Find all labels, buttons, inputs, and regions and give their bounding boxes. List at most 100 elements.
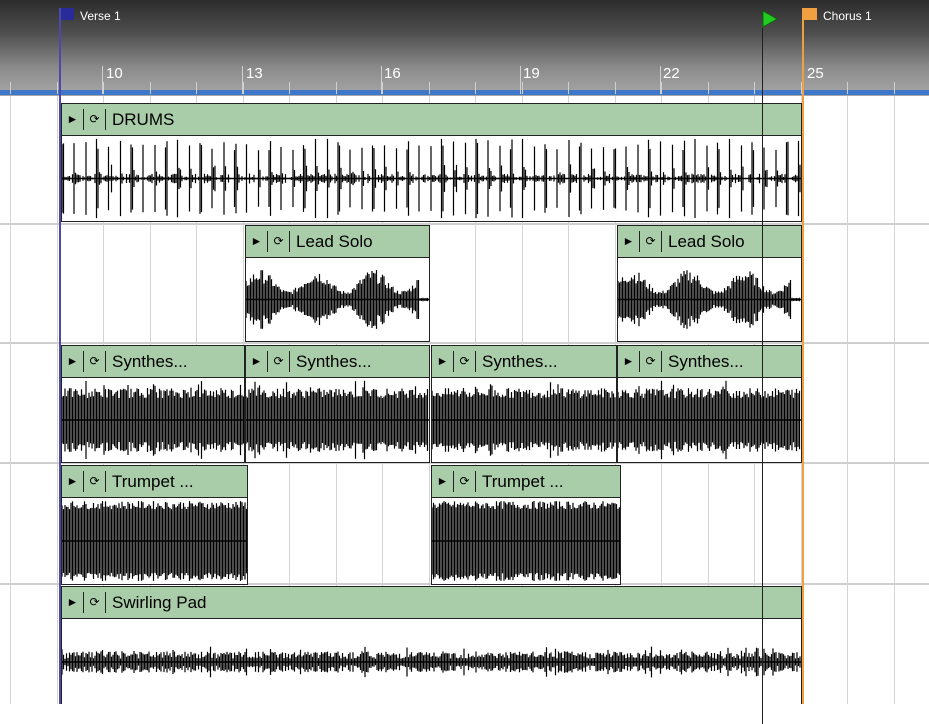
- play-icon[interactable]: ►: [618, 231, 640, 252]
- ruler-minor-tick: [522, 82, 523, 94]
- loop-icon[interactable]: ⟳: [640, 351, 662, 372]
- clip-header[interactable]: ► ⟳ Lead Solo: [246, 226, 429, 258]
- ruler-minor-tick: [382, 82, 383, 94]
- ruler-minor-tick: [754, 82, 755, 94]
- ruler-minor-tick: [57, 82, 58, 94]
- clip-header[interactable]: ► ⟳ Swirling Pad: [62, 587, 801, 619]
- bar-number-25: 25: [807, 65, 824, 82]
- waveform: [246, 270, 429, 329]
- ruler-minor-tick: [289, 82, 290, 94]
- clip-trumpet[interactable]: ► ⟳ Trumpet ...: [61, 465, 248, 585]
- clip-header[interactable]: ► ⟳ Trumpet ...: [62, 466, 247, 498]
- clip-name: Synthes...: [112, 352, 188, 371]
- ruler-minor-tick: [847, 82, 848, 94]
- lane-divider: [0, 342, 929, 344]
- loop-icon[interactable]: ⟳: [640, 231, 662, 252]
- loop-icon[interactable]: ⟳: [84, 592, 106, 613]
- clip-name: Synthes...: [668, 352, 744, 371]
- clip-lead-solo[interactable]: ► ⟳ Lead Solo: [617, 225, 802, 342]
- clip-name: Trumpet ...: [112, 472, 194, 491]
- ruler-minor-tick: [103, 82, 104, 94]
- play-icon[interactable]: ►: [432, 471, 454, 492]
- loop-icon[interactable]: ⟳: [84, 109, 106, 130]
- ruler-minor-tick: [661, 82, 662, 94]
- ruler-minor-tick: [615, 82, 616, 94]
- beat-gridline: [894, 96, 895, 704]
- loop-icon[interactable]: ⟳: [84, 351, 106, 372]
- loop-icon[interactable]: ⟳: [268, 351, 290, 372]
- bar-number-10: 10: [106, 65, 123, 82]
- clip-header[interactable]: ► ⟳ Synthes...: [432, 346, 616, 378]
- verse-marker-label[interactable]: Verse 1: [80, 10, 121, 22]
- ruler-baseline: [0, 90, 929, 95]
- loop-icon[interactable]: ⟳: [454, 351, 476, 372]
- clip-drums[interactable]: ► ⟳ DRUMS: [61, 103, 802, 222]
- clip-synthesizer[interactable]: ► ⟳ Synthes...: [61, 345, 245, 463]
- clip-name: Lead Solo: [296, 232, 373, 251]
- play-icon[interactable]: ►: [246, 231, 268, 252]
- play-icon[interactable]: ►: [62, 471, 84, 492]
- play-icon[interactable]: ►: [246, 351, 268, 372]
- clip-header[interactable]: ► ⟳ DRUMS: [62, 104, 801, 136]
- ruler-minor-tick: [708, 82, 709, 94]
- ruler-minor-tick: [336, 82, 337, 94]
- beat-gridline: [10, 96, 11, 704]
- ruler-minor-tick: [243, 82, 244, 94]
- clip-name: Synthes...: [482, 352, 558, 371]
- verse-marker-flag-icon[interactable]: [60, 8, 74, 22]
- clip-header[interactable]: ► ⟳ Synthes...: [62, 346, 244, 378]
- clip-synthesizer[interactable]: ► ⟳ Synthes...: [617, 345, 802, 463]
- clip-name: Swirling Pad: [112, 593, 207, 612]
- clip-header[interactable]: ► ⟳ Lead Solo: [618, 226, 801, 258]
- waveform: [618, 380, 801, 460]
- chorus-marker-flag-icon[interactable]: [803, 8, 817, 22]
- chorus-marker-line: [802, 8, 804, 704]
- loop-icon[interactable]: ⟳: [84, 471, 106, 492]
- timeline-ruler[interactable]: 10 13 16 19 22 25 Verse 1 Chorus 1: [0, 0, 929, 96]
- clip-trumpet[interactable]: ► ⟳ Trumpet ...: [431, 465, 621, 585]
- clip-swirling-pad[interactable]: ► ⟳ Swirling Pad: [61, 586, 802, 704]
- clip-synthesizer[interactable]: ► ⟳ Synthes...: [431, 345, 617, 463]
- ruler-minor-tick: [196, 82, 197, 94]
- waveform: [432, 501, 620, 581]
- clip-lead-solo[interactable]: ► ⟳ Lead Solo: [245, 225, 430, 342]
- clip-header[interactable]: ► ⟳ Synthes...: [618, 346, 801, 378]
- waveform: [432, 382, 616, 458]
- clip-synthesizer[interactable]: ► ⟳ Synthes...: [245, 345, 430, 463]
- clip-header[interactable]: ► ⟳ Synthes...: [246, 346, 429, 378]
- waveform: [62, 138, 801, 219]
- play-icon[interactable]: ►: [62, 109, 84, 130]
- clip-name: Synthes...: [296, 352, 372, 371]
- loop-icon[interactable]: ⟳: [268, 231, 290, 252]
- ruler-minor-tick: [475, 82, 476, 94]
- clip-name: Lead Solo: [668, 232, 745, 251]
- ruler-major-tick: [520, 66, 521, 94]
- bar-number-13: 13: [246, 65, 263, 82]
- chorus-marker-label[interactable]: Chorus 1: [823, 10, 872, 22]
- bar-number-22: 22: [663, 65, 680, 82]
- waveform: [62, 381, 244, 459]
- beat-gridline: [847, 96, 848, 704]
- ruler-minor-tick: [10, 82, 11, 94]
- play-icon[interactable]: ►: [618, 351, 640, 372]
- track-area[interactable]: ► ⟳ DRUMS ► ⟳ Lead Solo ► ⟳ Lead Solo ► …: [0, 96, 929, 704]
- ruler-minor-tick: [568, 82, 569, 94]
- clip-name: Trumpet ...: [482, 472, 564, 491]
- ruler-minor-tick: [894, 82, 895, 94]
- bar-number-19: 19: [523, 65, 540, 82]
- beat-gridline: [57, 96, 58, 704]
- play-icon[interactable]: ►: [62, 351, 84, 372]
- loop-icon[interactable]: ⟳: [454, 471, 476, 492]
- playhead-play-icon[interactable]: [761, 10, 779, 28]
- clip-header[interactable]: ► ⟳ Trumpet ...: [432, 466, 620, 498]
- bar-number-16: 16: [384, 65, 401, 82]
- play-icon[interactable]: ►: [62, 592, 84, 613]
- ruler-minor-tick: [150, 82, 151, 94]
- verse-marker-line: [59, 8, 61, 704]
- waveform: [62, 501, 247, 581]
- waveform: [62, 646, 801, 678]
- ruler-minor-tick: [429, 82, 430, 94]
- clip-name: DRUMS: [112, 110, 175, 129]
- playhead-line[interactable]: [762, 28, 763, 724]
- play-icon[interactable]: ►: [432, 351, 454, 372]
